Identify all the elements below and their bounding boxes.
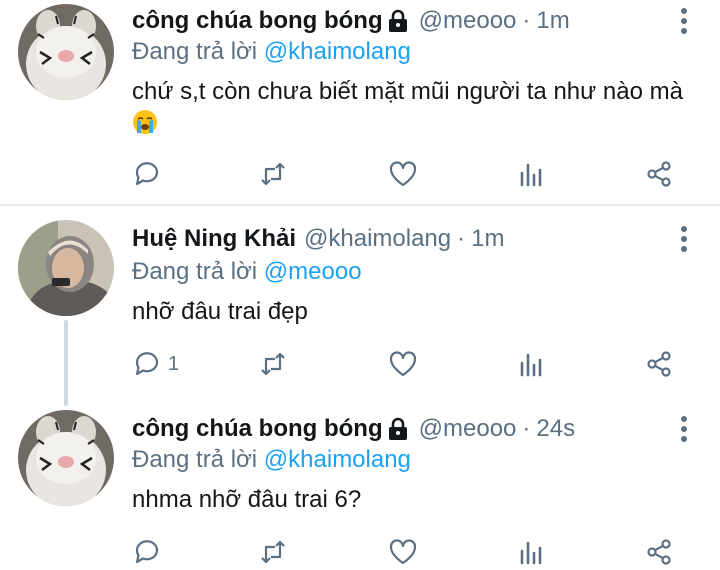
like-icon [389,161,417,187]
timestamp[interactable]: 24s [536,415,575,443]
tweet-actions: 1 [130,346,690,382]
replying-prefix: Đang trả lời [132,38,264,65]
tweet-text-content: chứ s,t còn chưa biết mặt mũi người ta n… [132,78,683,105]
avatar-cat[interactable] [18,410,114,506]
share-button[interactable] [644,346,674,382]
tweet-text-content: nhma nhỡ đâu trai 6? [132,486,362,513]
separator-dot: · [522,7,531,34]
more-icon[interactable] [678,414,690,444]
reply-button[interactable] [132,534,168,570]
like-button[interactable] [388,534,418,570]
replying-to: Đang trả lời @meooo [132,258,362,286]
reply-icon [135,540,159,564]
analytics-icon [520,541,542,565]
reply-icon [135,352,159,376]
reply-button[interactable] [132,156,168,192]
reply-button[interactable]: 1 [132,346,179,382]
reply-count: 1 [168,352,180,375]
share-icon [647,351,671,377]
retweet-button[interactable] [258,346,288,382]
like-button[interactable] [388,156,418,192]
like-icon [389,539,417,565]
tweet-text: chứ s,t còn chưa biết mặt mũi người ta n… [132,76,692,140]
analytics-button[interactable] [516,534,546,570]
analytics-button[interactable] [516,156,546,192]
tweet-header: Huệ Ning Khải @khaimolang · 1m [132,222,504,256]
retweet-button[interactable] [258,534,288,570]
more-icon[interactable] [678,6,690,36]
more-icon[interactable] [678,224,690,254]
share-button[interactable] [644,534,674,570]
tweet-actions [130,534,690,570]
retweet-icon [261,162,285,186]
retweet-icon [261,540,285,564]
replying-to-link[interactable]: @khaimolang [264,38,411,65]
tweet-text: nhma nhỡ đâu trai 6? [132,484,692,516]
tweet-actions [130,156,690,192]
handle[interactable]: @meooo [419,7,517,35]
tweet-text-content: nhỡ đâu trai đẹp [132,298,308,325]
separator-dot: · [457,225,466,252]
replying-to: Đang trả lời @khaimolang [132,38,411,66]
timestamp[interactable]: 1m [471,225,504,253]
replying-to: Đang trả lời @khaimolang [132,446,411,474]
crying-emoji-icon [133,110,157,134]
avatar-cat[interactable] [18,4,114,100]
retweet-button[interactable] [258,156,288,192]
avatar-person[interactable] [18,220,114,316]
handle[interactable]: @khaimolang [304,225,451,253]
reply-icon [135,162,159,186]
separator-dot: · [522,415,531,442]
timestamp[interactable]: 1m [536,7,569,35]
display-name[interactable]: công chúa bong bóng [132,7,383,35]
tweet-1[interactable]: công chúa bong bóng @meooo · 1m Đang trả… [0,0,720,205]
share-icon [647,539,671,565]
tweet-header: công chúa bong bóng @meooo · 24s [132,412,575,446]
share-button[interactable] [644,156,674,192]
replying-prefix: Đang trả lời [132,258,264,285]
tweet-3[interactable]: công chúa bong bóng @meooo · 24s Đang tr… [0,394,720,569]
lock-icon [388,9,407,32]
lock-icon [388,417,407,440]
analytics-button[interactable] [516,346,546,382]
like-button[interactable] [388,346,418,382]
display-name[interactable]: công chúa bong bóng [132,415,383,443]
tweet-2[interactable]: Huệ Ning Khải @khaimolang · 1m Đang trả … [0,206,720,394]
share-icon [647,161,671,187]
replying-prefix: Đang trả lời [132,446,264,473]
analytics-icon [520,163,542,187]
retweet-icon [261,352,285,376]
analytics-icon [520,353,542,377]
replying-to-link[interactable]: @meooo [264,258,362,285]
tweet-header: công chúa bong bóng @meooo · 1m [132,4,570,38]
display-name[interactable]: Huệ Ning Khải [132,225,296,253]
replying-to-link[interactable]: @khaimolang [264,446,411,473]
handle[interactable]: @meooo [419,415,517,443]
like-icon [389,351,417,377]
tweet-text: nhỡ đâu trai đẹp [132,296,692,328]
